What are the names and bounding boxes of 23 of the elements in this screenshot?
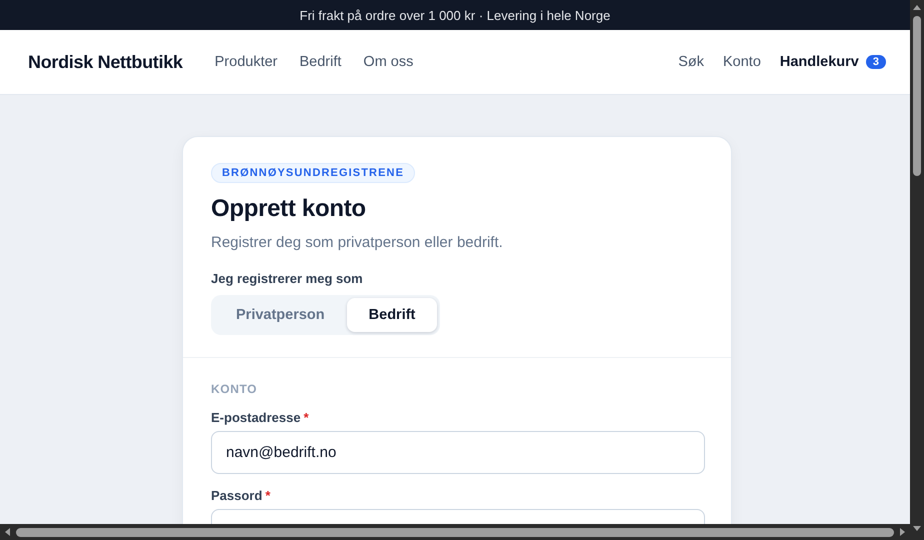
nav-link[interactable]: Bedrift: [300, 54, 342, 70]
horizontal-scrollbar-thumb[interactable]: [16, 528, 894, 536]
page-title: Opprett konto: [211, 195, 367, 223]
vertical-scrollbar-thumb[interactable]: [913, 16, 921, 176]
field-label: E-postadresse: [211, 410, 301, 425]
nav-link[interactable]: Produkter: [214, 54, 278, 70]
cart-count-badge: 3: [866, 55, 886, 69]
page-subtitle: Registrer deg som privatperson eller bedrift.: [211, 234, 504, 251]
header-link[interactable]: Søk: [678, 54, 704, 70]
registry-badge: BRØNNØYSUNDREGISTRENE: [211, 163, 416, 183]
section-heading: KONTO: [211, 382, 258, 396]
store-logo[interactable]: Nordisk Nettbutikk: [28, 52, 183, 72]
account-type-label: Jeg registrerer meg som: [211, 271, 364, 286]
promo-banner-text: Fri frakt på ordre over 1 000 kr · Levering i hele Norge: [300, 8, 610, 22]
input-field[interactable]: navn@bedrift.no: [211, 431, 705, 474]
account-type-option[interactable]: Privatperson: [214, 298, 347, 332]
cart-link[interactable]: Handlekurv: [780, 54, 859, 70]
nav-link[interactable]: Om oss: [363, 54, 414, 70]
header-link[interactable]: Konto: [722, 54, 761, 70]
account-type-option[interactable]: Bedrift: [346, 298, 438, 332]
required-mark: *: [304, 410, 309, 425]
field-label: Passord: [211, 488, 262, 503]
required-mark: *: [265, 488, 270, 503]
